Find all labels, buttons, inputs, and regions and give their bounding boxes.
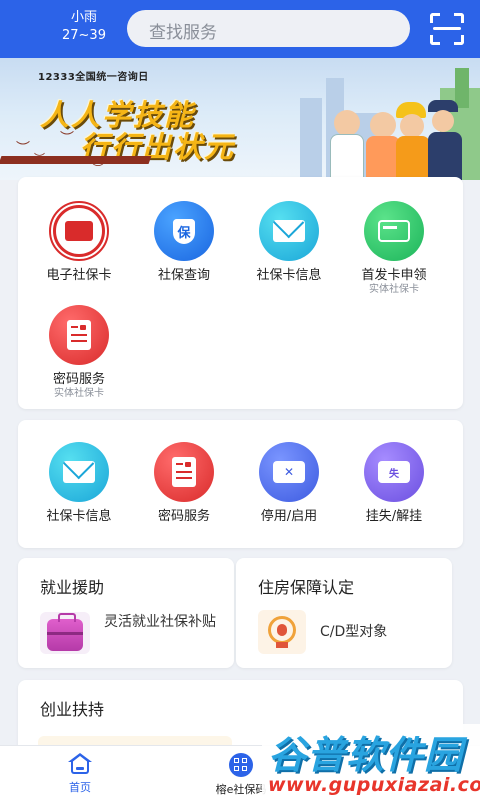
promo-banner[interactable]: 12333全国统一咨询日 人人学技能 行行出状元 ︶ ︶ ︶ ︶ ︶ <box>0 58 480 180</box>
weather-temperature: 27~39 <box>62 28 106 43</box>
service-query[interactable]: 保 社保查询 <box>129 201 239 284</box>
employment-card[interactable]: 就业援助 灵活就业社保补贴 <box>18 558 234 668</box>
qr-code-icon <box>229 753 253 777</box>
watermark-url: www.gupuxiazai.com <box>268 774 480 796</box>
service-first-issue[interactable]: 首发卡申领 实体社保卡 <box>339 201 449 296</box>
briefcase-icon <box>40 612 90 654</box>
home-icon <box>67 753 93 775</box>
service-report-lost[interactable]: 失 挂失/解挂 <box>339 442 449 525</box>
service-label: 首发卡申领 <box>361 268 427 283</box>
employment-title: 就业援助 <box>40 578 105 597</box>
shield-bao-icon: 保 <box>154 201 214 261</box>
service-label: 挂失/解挂 <box>365 509 423 524</box>
watermark-overlay: 谷普软件园 www.gupuxiazai.com <box>262 724 480 800</box>
service-electronic-card[interactable]: 电子社保卡 <box>24 201 134 284</box>
entrepreneurship-title: 创业扶持 <box>40 700 105 719</box>
service-card-info[interactable]: 社保卡信息 <box>234 201 344 284</box>
housing-badge-icon <box>258 610 306 654</box>
service-label: 停用/启用 <box>260 509 318 524</box>
search-input[interactable]: 查找服务 <box>127 10 410 47</box>
service-label: 社保卡信息 <box>256 268 322 283</box>
housing-item: C/D型对象 <box>320 624 388 640</box>
banner-tag: 12333全国统一咨询日 <box>38 72 149 83</box>
service-sublabel: 实体社保卡 <box>54 388 104 399</box>
card-icon <box>364 201 424 261</box>
envelope-icon <box>49 442 109 502</box>
city-skyline-image <box>330 94 470 180</box>
service-password[interactable]: 密码服务 实体社保卡 <box>24 305 134 400</box>
service-label: 电子社保卡 <box>46 268 112 283</box>
social-security-card-icon <box>49 201 109 261</box>
top-bar: 小雨 27~39 查找服务 <box>0 0 480 58</box>
housing-card[interactable]: 住房保障认定 C/D型对象 <box>236 558 452 668</box>
banner-roof <box>0 156 152 164</box>
search-placeholder: 查找服务 <box>149 23 217 43</box>
service-card-primary: 电子社保卡 保 社保查询 社保卡信息 首发卡申领 实体社保卡 密码服务 实体社保… <box>18 177 463 409</box>
service-disable-enable[interactable]: ✕ 停用/启用 <box>234 442 344 525</box>
bird-icon: ︶ <box>60 131 74 147</box>
scan-icon[interactable] <box>430 13 464 45</box>
service-label: 社保卡信息 <box>46 509 112 524</box>
weather-condition: 小雨 <box>70 10 97 25</box>
lock-document-icon <box>49 305 109 365</box>
tab-home-label: 首页 <box>69 781 91 794</box>
service-label: 社保查询 <box>157 268 210 283</box>
card-lost-icon: 失 <box>364 442 424 502</box>
weather-widget[interactable]: 小雨 27~39 <box>56 9 112 45</box>
service-card-info-2[interactable]: 社保卡信息 <box>24 442 134 525</box>
bird-icon: ︶ <box>16 141 30 157</box>
service-password-2[interactable]: 密码服务 <box>129 442 239 525</box>
service-sublabel: 实体社保卡 <box>369 284 419 295</box>
card-disable-icon: ✕ <box>259 442 319 502</box>
service-label: 密码服务 <box>157 509 210 524</box>
housing-title: 住房保障认定 <box>258 578 355 597</box>
service-card-secondary: 社保卡信息 密码服务 ✕ 停用/启用 失 挂失/解挂 <box>18 420 463 548</box>
envelope-icon <box>259 201 319 261</box>
watermark-name: 谷普软件园 <box>268 733 464 777</box>
service-label: 密码服务 <box>52 372 105 387</box>
tab-home[interactable]: 首页 <box>52 753 108 795</box>
lock-document-icon <box>154 442 214 502</box>
employment-item: 灵活就业社保补贴 <box>104 614 216 630</box>
